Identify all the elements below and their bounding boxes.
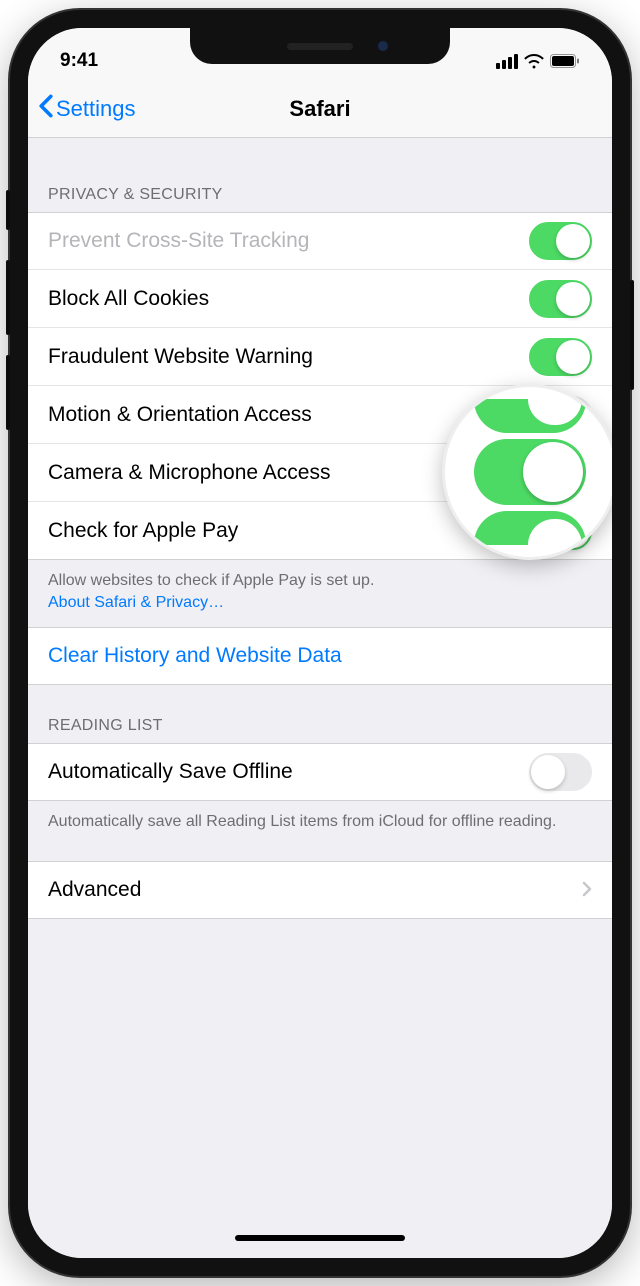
row-prevent-cross-site-tracking[interactable]: Prevent Cross-Site Tracking bbox=[28, 212, 612, 270]
section-header-privacy: PRIVACY & SECURITY bbox=[28, 138, 612, 212]
status-icons bbox=[496, 54, 580, 69]
about-safari-privacy-link[interactable]: About Safari & Privacy… bbox=[48, 594, 224, 611]
toggle-auto-save-offline[interactable] bbox=[529, 753, 592, 791]
status-time: 9:41 bbox=[60, 50, 98, 72]
privacy-footer: Allow websites to check if Apple Pay is … bbox=[28, 560, 612, 627]
cellular-signal-icon bbox=[496, 54, 518, 69]
toggle-fraudulent-warning[interactable] bbox=[529, 338, 592, 376]
chevron-right-icon bbox=[582, 877, 592, 903]
magnified-toggle-callout bbox=[442, 384, 612, 560]
notch bbox=[190, 28, 450, 64]
back-button[interactable]: Settings bbox=[38, 94, 136, 124]
row-label: Advanced bbox=[48, 878, 582, 902]
row-clear-history[interactable]: Clear History and Website Data bbox=[28, 627, 612, 685]
row-fraudulent-warning[interactable]: Fraudulent Website Warning bbox=[28, 328, 612, 386]
navigation-bar: Settings Safari bbox=[28, 80, 612, 138]
battery-icon bbox=[550, 54, 580, 68]
magnified-toggle-on-icon bbox=[474, 439, 586, 505]
back-label: Settings bbox=[56, 96, 136, 122]
home-indicator[interactable] bbox=[28, 1218, 612, 1258]
row-auto-save-offline[interactable]: Automatically Save Offline bbox=[28, 743, 612, 801]
row-label: Block All Cookies bbox=[48, 287, 529, 311]
reading-list-footer: Automatically save all Reading List item… bbox=[28, 801, 612, 847]
privacy-footer-text: Allow websites to check if Apple Pay is … bbox=[48, 572, 374, 589]
row-advanced[interactable]: Advanced bbox=[28, 861, 612, 919]
chevron-left-icon bbox=[38, 94, 54, 124]
row-label: Clear History and Website Data bbox=[48, 644, 592, 668]
row-label: Prevent Cross-Site Tracking bbox=[48, 229, 529, 253]
toggle-prevent-cross-site-tracking[interactable] bbox=[529, 222, 592, 260]
toggle-block-all-cookies[interactable] bbox=[529, 280, 592, 318]
wifi-icon bbox=[524, 54, 544, 69]
iphone-frame: 9:41 Settings Safari PRIVACY & SE bbox=[10, 10, 630, 1276]
row-block-all-cookies[interactable]: Block All Cookies bbox=[28, 270, 612, 328]
row-label: Fraudulent Website Warning bbox=[48, 345, 529, 369]
section-header-reading-list: READING LIST bbox=[28, 685, 612, 743]
screen: 9:41 Settings Safari PRIVACY & SE bbox=[28, 28, 612, 1258]
page-title: Safari bbox=[289, 96, 350, 122]
row-label: Automatically Save Offline bbox=[48, 760, 529, 784]
content[interactable]: PRIVACY & SECURITY Prevent Cross-Site Tr… bbox=[28, 138, 612, 1258]
